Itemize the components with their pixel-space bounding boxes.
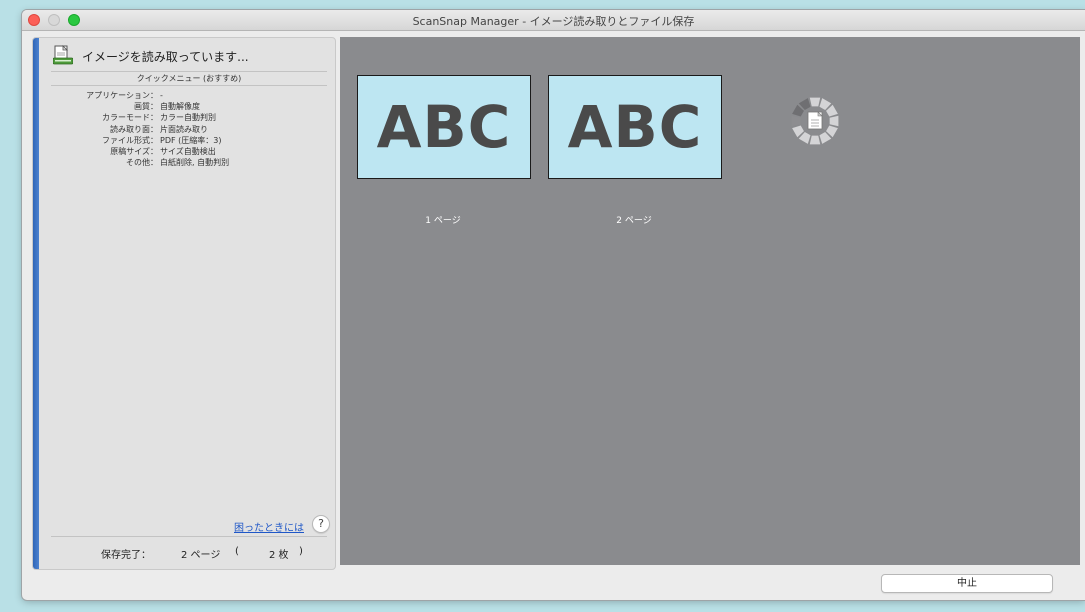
spinner-spoke <box>809 135 821 145</box>
troubleshooting-link[interactable]: 困ったときには <box>234 519 304 534</box>
divider <box>51 85 327 86</box>
saved-label: 保存完了： <box>101 550 151 561</box>
setting-value: PDF (圧縮率：3) <box>160 135 222 145</box>
setting-label: 読み取り面： <box>110 124 158 134</box>
scansnap-window: ScanSnap Manager - イメージ読み取りとファイル保存 イメージを… <box>22 10 1085 600</box>
spinner-spoke <box>791 115 801 127</box>
setting-label: ファイル形式： <box>102 135 158 145</box>
setting-value: - <box>160 91 163 100</box>
setting-label: カラーモード： <box>102 113 158 123</box>
setting-label: 画質： <box>134 102 158 112</box>
divider <box>51 536 327 537</box>
setting-row-other: その他： 白紙削除, 自動判別 <box>51 157 229 168</box>
scan-status-text: イメージを読み取っています... <box>82 50 249 64</box>
saved-close-paren: ) <box>299 546 303 557</box>
divider <box>51 71 327 72</box>
window-title: ScanSnap Manager - イメージ読み取りとファイル保存 <box>412 15 695 28</box>
setting-value: カラー自動判別 <box>160 113 216 123</box>
setting-value: 自動解像度 <box>160 102 200 112</box>
title-bar[interactable]: ScanSnap Manager - イメージ読み取りとファイル保存 <box>22 10 1085 31</box>
scan-settings-list: アプリケーション： - 画質： 自動解像度 カラーモード： カラー自動判別 読み… <box>51 90 229 168</box>
scan-preview-area: ABC 1 ページ ABC 2 ページ <box>340 37 1080 565</box>
setting-value: 白紙削除, 自動判別 <box>160 158 230 168</box>
quick-menu-label: クイックメニュー (おすすめ) <box>136 74 242 83</box>
setting-value: 片面読み取り <box>160 124 208 134</box>
page-label: 1 ページ <box>425 216 461 226</box>
saved-pages: 2 ページ <box>181 550 221 561</box>
page-label: 2 ページ <box>616 216 652 226</box>
setting-row-color-mode: カラーモード： カラー自動判別 <box>51 112 229 123</box>
setting-label: アプリケーション： <box>86 91 158 100</box>
setting-row-paper-size: 原稿サイズ： サイズ自動検出 <box>51 146 229 157</box>
stop-button[interactable]: 中止 <box>881 574 1053 593</box>
saved-sheets: 2 枚 <box>269 550 289 561</box>
setting-row-quality: 画質： 自動解像度 <box>51 101 229 112</box>
setting-value: サイズ自動検出 <box>160 146 216 156</box>
spinner-spoke <box>809 97 821 107</box>
setting-row-scanning-side: 読み取り面： 片面読み取り <box>51 124 229 135</box>
saved-open-paren: ( <box>235 546 239 557</box>
loading-spinner-icon <box>791 97 839 145</box>
setting-label: その他： <box>126 158 158 168</box>
page-thumbnail[interactable]: ABC <box>357 75 531 179</box>
setting-label: 原稿サイズ： <box>110 146 158 156</box>
accent-bar <box>33 38 39 569</box>
spinner-spoke <box>829 115 839 127</box>
scan-document-icon <box>53 45 73 65</box>
setting-row-application: アプリケーション： - <box>51 90 229 101</box>
setting-row-file-format: ファイル形式： PDF (圧縮率：3) <box>51 135 229 146</box>
help-icon[interactable]: ? <box>312 515 330 533</box>
scan-info-panel: イメージを読み取っています... クイックメニュー (おすすめ) アプリケーショ… <box>32 37 336 570</box>
page-thumbnail[interactable]: ABC <box>548 75 722 179</box>
